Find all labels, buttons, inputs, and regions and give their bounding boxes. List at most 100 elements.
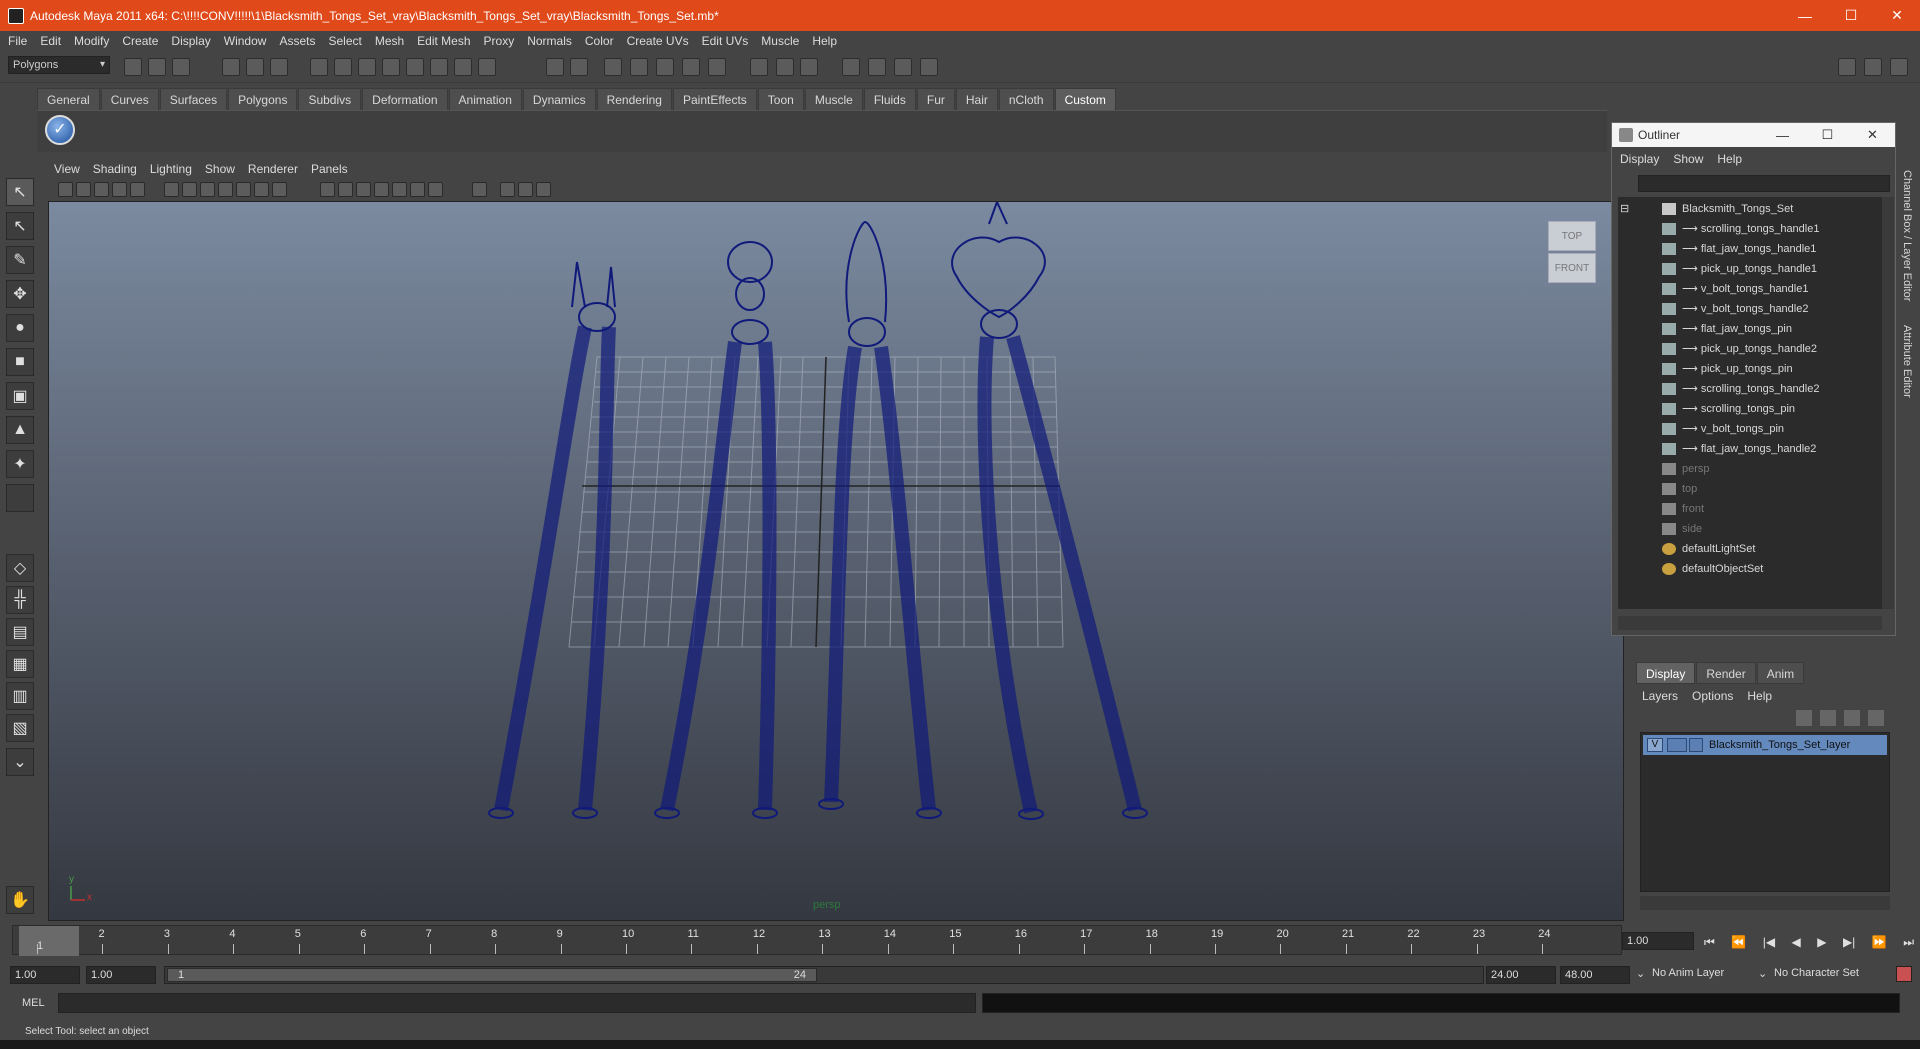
xray-icon[interactable] — [500, 182, 515, 197]
snap-point-icon[interactable] — [382, 58, 400, 76]
shelf-tab-toon[interactable]: Toon — [757, 88, 804, 110]
outliner-menu-display[interactable]: Display — [1620, 152, 1659, 166]
lights-icon[interactable] — [392, 182, 407, 197]
outliner-list[interactable]: ⊟ Blacksmith_Tongs_Set ⟶ scrolling_tongs… — [1618, 197, 1882, 609]
outliner-camera-item[interactable]: persp — [1662, 459, 1710, 479]
render-settings-icon[interactable] — [708, 58, 726, 76]
field-chart-icon[interactable] — [236, 182, 251, 197]
layer-tab-display[interactable]: Display — [1636, 662, 1696, 684]
close-button[interactable]: ✕ — [1874, 0, 1920, 31]
menu-create[interactable]: Create — [122, 34, 158, 48]
menu-edit-mesh[interactable]: Edit Mesh — [417, 34, 470, 48]
character-set-dropdown-arrow-icon[interactable]: ⌄ — [1758, 967, 1767, 980]
minimize-button[interactable]: — — [1782, 0, 1828, 31]
layer-tab-render[interactable]: Render — [1696, 662, 1756, 684]
persp-uv-layout-icon[interactable]: ▧ — [6, 714, 34, 742]
outliner-item[interactable]: ⟶ flat_jaw_tongs_pin — [1662, 319, 1792, 339]
outliner-item[interactable]: ⟶ pick_up_tongs_handle2 — [1662, 339, 1817, 359]
pick-mask-icon[interactable] — [310, 58, 328, 76]
menu-create-uvs[interactable]: Create UVs — [627, 34, 689, 48]
shelf-tab-muscle[interactable]: Muscle — [804, 88, 863, 110]
command-language-label[interactable]: MEL — [22, 997, 45, 1009]
render-globals-icon[interactable] — [776, 58, 794, 76]
safe-action-icon[interactable] — [254, 182, 269, 197]
attribute-editor-dock-tab[interactable]: Attribute Editor — [1901, 325, 1913, 398]
check-icon[interactable]: ✓ — [45, 115, 75, 145]
layer-display-type-toggle[interactable] — [1667, 738, 1687, 752]
render-view-icon[interactable] — [630, 58, 648, 76]
shelf-tab-painteffects[interactable]: PaintEffects — [672, 88, 757, 110]
panel-menu-lighting[interactable]: Lighting — [150, 162, 192, 176]
isolate-select-icon[interactable] — [472, 182, 487, 197]
panel-menu-shading[interactable]: Shading — [93, 162, 137, 176]
new-layer-from-selection-icon[interactable] — [1868, 710, 1884, 726]
layer-color-swatch[interactable] — [1689, 738, 1703, 752]
menu-edit-uvs[interactable]: Edit UVs — [702, 34, 749, 48]
two-d-pan-zoom-icon[interactable] — [130, 182, 145, 197]
shelf-tab-polygons[interactable]: Polygons — [228, 88, 298, 110]
menu-proxy[interactable]: Proxy — [484, 34, 515, 48]
current-frame-field[interactable]: 1.00 — [1622, 932, 1694, 950]
move-layer-up-icon[interactable] — [1796, 710, 1812, 726]
menu-modify[interactable]: Modify — [74, 34, 109, 48]
grid-icon[interactable] — [164, 182, 179, 197]
viewcube-front[interactable]: FRONT — [1548, 253, 1596, 283]
layer-tab-anim[interactable]: Anim — [1756, 662, 1805, 684]
outliner-collapse-icon[interactable]: ⊟ — [1620, 199, 1629, 219]
select-component-icon[interactable] — [270, 58, 288, 76]
current-time-marker[interactable] — [19, 926, 79, 956]
outliner-close-button[interactable]: ✕ — [1850, 127, 1895, 143]
shelf-tab-deformation[interactable]: Deformation — [362, 88, 448, 110]
select-hierarchy-icon[interactable] — [222, 58, 240, 76]
smooth-shade-icon[interactable] — [338, 182, 353, 197]
shelf-tab-fur[interactable]: Fur — [916, 88, 955, 110]
channel-box-icon[interactable] — [920, 58, 938, 76]
shelf-tab-subdivs[interactable]: Subdivs — [298, 88, 362, 110]
select-camera-icon[interactable] — [58, 182, 73, 197]
animation-end-field[interactable]: 48.00 — [1560, 966, 1630, 984]
step-forward-key-button[interactable]: ⏩ — [1872, 935, 1887, 949]
move-layer-down-icon[interactable] — [1820, 710, 1836, 726]
textured-icon[interactable] — [374, 182, 389, 197]
rotate-tool-icon[interactable]: ● — [6, 314, 34, 342]
outliner-vertical-scrollbar[interactable] — [1882, 197, 1894, 609]
lock-icon[interactable] — [546, 58, 564, 76]
help-icon[interactable] — [454, 58, 472, 76]
view-cube[interactable]: TOP FRONT — [1548, 221, 1596, 285]
select-tool-arrow-icon[interactable]: ↖ — [6, 178, 34, 206]
maximize-button[interactable]: ☐ — [1828, 0, 1874, 31]
attribute-editor-icon[interactable] — [868, 58, 886, 76]
persp-graph-layout-icon[interactable]: ▦ — [6, 650, 34, 678]
outliner-menu-help[interactable]: Help — [1717, 152, 1742, 166]
menu-set-select[interactable]: Polygons — [8, 56, 110, 74]
new-scene-icon[interactable] — [124, 58, 142, 76]
shelf-tab-general[interactable]: General — [37, 88, 100, 110]
outliner-camera-item[interactable]: side — [1662, 519, 1702, 539]
shelf-tab-animation[interactable]: Animation — [448, 88, 522, 110]
soft-modification-tool-icon[interactable]: ▲ — [6, 416, 34, 444]
ipr-render-icon[interactable] — [682, 58, 700, 76]
outliner-item[interactable]: ⟶ pick_up_tongs_pin — [1662, 359, 1793, 379]
scale-tool-icon[interactable]: ■ — [6, 348, 34, 376]
panel-menu-view[interactable]: View — [54, 162, 80, 176]
xray-joints-icon[interactable] — [518, 182, 533, 197]
playback-start-field[interactable]: 1.00 — [86, 966, 156, 984]
shelf-tab-surfaces[interactable]: Surfaces — [159, 88, 228, 110]
lasso-tool-icon[interactable]: ↖ — [6, 212, 34, 240]
image-plane-icon[interactable] — [112, 182, 127, 197]
step-back-key-button[interactable]: ⏪ — [1731, 935, 1746, 949]
perspective-viewport[interactable]: y x — [48, 201, 1624, 921]
command-line-input[interactable] — [58, 993, 976, 1013]
shelf-tab-hair[interactable]: Hair — [955, 88, 998, 110]
menu-select[interactable]: Select — [328, 34, 361, 48]
step-forward-frame-button[interactable]: ▶| — [1843, 935, 1855, 949]
layer-menu-layers[interactable]: Layers — [1642, 689, 1678, 703]
shelf-tab-ncloth[interactable]: nCloth — [998, 88, 1054, 110]
layer-visibility-toggle[interactable]: V — [1647, 738, 1663, 752]
outliner-item[interactable]: ⟶ v_bolt_tongs_handle2 — [1662, 299, 1808, 319]
play-forward-button[interactable]: ▶ — [1817, 935, 1826, 949]
outliner-item[interactable]: ⟶ v_bolt_tongs_pin — [1662, 419, 1784, 439]
menu-mesh[interactable]: Mesh — [375, 34, 404, 48]
tool-settings-icon[interactable] — [894, 58, 912, 76]
shelf-tab-fluids[interactable]: Fluids — [863, 88, 916, 110]
